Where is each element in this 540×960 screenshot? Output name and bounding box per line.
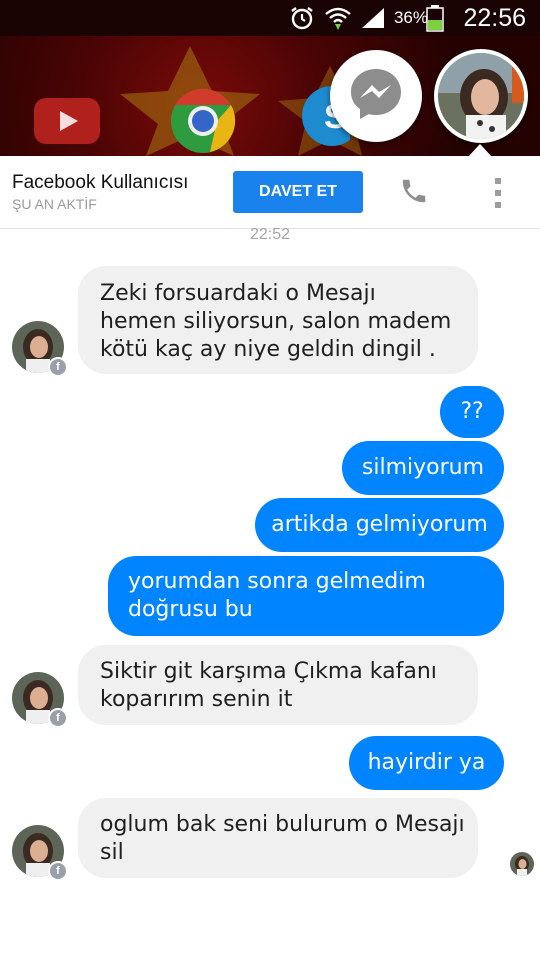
profile-chat-head[interactable] (434, 49, 528, 143)
battery-icon (426, 0, 444, 36)
message-line: artikda gelmiyorum (271, 512, 488, 537)
phone-icon (399, 176, 429, 210)
message-line: oglum bak seni bulurum o Mesajı (100, 812, 465, 837)
youtube-icon[interactable] (34, 98, 100, 148)
call-button[interactable] (397, 176, 431, 210)
invite-button[interactable]: DAVET ET (233, 171, 363, 213)
facebook-badge-icon: f (48, 708, 68, 728)
message-bubble-incoming[interactable]: Siktir git karşıma Çıkma kafanı koparırı… (78, 645, 478, 725)
profile-avatar (438, 53, 524, 139)
message-line: sil (100, 840, 124, 865)
message-bubble-outgoing[interactable]: hayirdir ya (349, 736, 504, 790)
message-line: Zeki forsuardaki o Mesajı (100, 281, 376, 306)
message-bubble-outgoing[interactable]: ?? (440, 386, 504, 438)
message-bubble-outgoing[interactable]: silmiyorum (342, 441, 504, 495)
facebook-badge-icon: f (48, 357, 68, 377)
message-line: doğrusu bu (128, 597, 253, 622)
battery-percent: 36% (393, 8, 428, 27)
message-line: Siktir git karşıma Çıkma kafanı (100, 659, 437, 684)
message-line: koparırım senin it (100, 687, 293, 712)
message-line: hayirdir ya (367, 750, 486, 775)
message-line: hemen siliyorsun, salon madem (100, 309, 452, 334)
message-bubble-outgoing[interactable]: artikda gelmiyorum (255, 498, 504, 552)
message-bubble-outgoing[interactable]: yorumdan sonra gelmedim doğrusu bu (108, 556, 504, 636)
seen-indicator-avatar (510, 852, 534, 876)
wifi-icon (324, 0, 352, 36)
signal-icon (360, 0, 386, 36)
chrome-icon[interactable] (170, 88, 236, 156)
messenger-icon (348, 66, 404, 126)
clock: 22:56 (463, 3, 526, 32)
messenger-chat-head[interactable] (330, 50, 422, 142)
alarm-icon (289, 0, 315, 36)
more-vertical-icon (495, 178, 501, 184)
message-line: kötü kaç ay niye geldin dingil . (100, 337, 436, 362)
conversation-timestamp: 22:52 (249, 226, 291, 243)
contact-name[interactable]: Facebook Kullanıcısı (12, 172, 188, 194)
message-line: ?? (460, 399, 484, 424)
message-bubble-incoming[interactable]: Zeki forsuardaki o Mesajı hemen siliyors… (78, 266, 478, 374)
chat-header: Facebook Kullanıcısı ŞU AN AKTİF DAVET E… (0, 156, 540, 229)
message-bubble-incoming[interactable]: oglum bak seni bulurum o Mesajı sil (78, 798, 478, 878)
message-line: silmiyorum (361, 455, 485, 480)
facebook-badge-icon: f (48, 861, 68, 881)
more-options-button[interactable] (488, 176, 508, 210)
message-line: yorumdan sonra gelmedim (128, 569, 426, 594)
contact-status: ŞU AN AKTİF (12, 196, 97, 212)
status-bar: 36% 22:56 (0, 0, 540, 36)
